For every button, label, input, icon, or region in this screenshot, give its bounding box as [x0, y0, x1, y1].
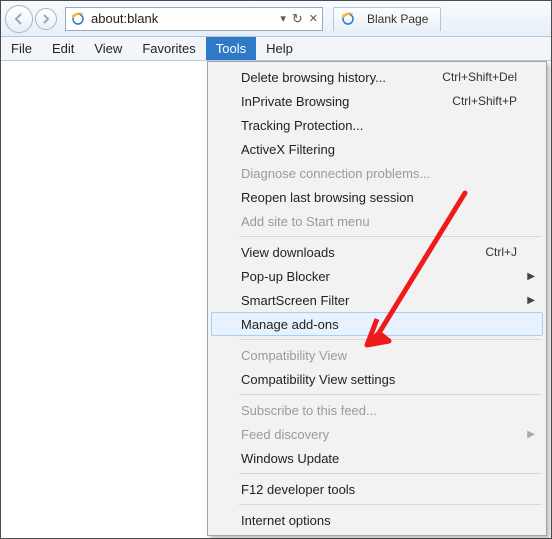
menu-item-pop-up-blocker[interactable]: Pop-up Blocker ▶: [211, 264, 543, 288]
menu-item-label: SmartScreen Filter: [241, 293, 349, 308]
stop-icon[interactable]: ✕: [309, 12, 318, 25]
menu-item-delete-browsing-history[interactable]: Delete browsing history... Ctrl+Shift+Del: [211, 65, 543, 89]
menu-item-shortcut: Ctrl+J: [485, 245, 517, 259]
menu-item-compatibility-view-settings[interactable]: Compatibility View settings: [211, 367, 543, 391]
menu-item-manage-add-ons[interactable]: Manage add-ons: [211, 312, 543, 336]
menu-item-label: Windows Update: [241, 451, 339, 466]
menu-item-label: Subscribe to this feed...: [241, 403, 377, 418]
menu-item-shortcut: Ctrl+Shift+P: [452, 94, 517, 108]
menu-item-tracking-protection[interactable]: Tracking Protection...: [211, 113, 543, 137]
tab-title: Blank Page: [367, 12, 428, 26]
menu-item-activex-filtering[interactable]: ActiveX Filtering: [211, 137, 543, 161]
menu-separator: [239, 473, 541, 474]
navigation-toolbar: about:blank ▾ ↻ ✕ Blank Page: [1, 1, 551, 37]
back-button[interactable]: [5, 5, 33, 33]
menu-item-label: Compatibility View: [241, 348, 347, 363]
menu-item-label: Compatibility View settings: [241, 372, 395, 387]
menu-item-label: Reopen last browsing session: [241, 190, 414, 205]
menu-item-smartscreen-filter[interactable]: SmartScreen Filter ▶: [211, 288, 543, 312]
menu-item-label: Internet options: [241, 513, 331, 528]
dropdown-icon[interactable]: ▾: [280, 12, 286, 25]
url-text: about:blank: [91, 11, 280, 26]
menu-item-label: Add site to Start menu: [241, 214, 370, 229]
menu-item-label: Manage add-ons: [241, 317, 339, 332]
menu-item-label: Delete browsing history...: [241, 70, 386, 85]
menu-item-compatibility-view: Compatibility View: [211, 343, 543, 367]
menu-item-label: View downloads: [241, 245, 335, 260]
menu-item-label: Feed discovery: [241, 427, 329, 442]
menu-item-label: InPrivate Browsing: [241, 94, 349, 109]
menu-item-diagnose-connection-problems: Diagnose connection problems...: [211, 161, 543, 185]
menu-item-subscribe-to-this-feed: Subscribe to this feed...: [211, 398, 543, 422]
menu-item-label: F12 developer tools: [241, 482, 355, 497]
menubar-item-tools[interactable]: Tools: [206, 37, 256, 60]
menu-item-internet-options[interactable]: Internet options: [211, 508, 543, 532]
menubar: FileEditViewFavoritesToolsHelp: [1, 37, 551, 61]
menu-item-label: Tracking Protection...: [241, 118, 363, 133]
menubar-item-help[interactable]: Help: [256, 37, 303, 60]
chevron-right-icon: ▶: [527, 271, 535, 282]
tools-menu-dropdown: Delete browsing history... Ctrl+Shift+Del…: [207, 61, 547, 536]
address-bar[interactable]: about:blank ▾ ↻ ✕: [65, 7, 323, 31]
menubar-item-view[interactable]: View: [84, 37, 132, 60]
tab-strip: Blank Page: [333, 7, 441, 31]
chevron-right-icon: ▶: [527, 295, 535, 306]
menu-item-label: ActiveX Filtering: [241, 142, 335, 157]
menu-item-shortcut: Ctrl+Shift+Del: [442, 70, 517, 84]
forward-button[interactable]: [35, 8, 57, 30]
menu-separator: [239, 236, 541, 237]
menu-separator: [239, 394, 541, 395]
menu-item-reopen-last-browsing-session[interactable]: Reopen last browsing session: [211, 185, 543, 209]
menu-separator: [239, 339, 541, 340]
menu-item-windows-update[interactable]: Windows Update: [211, 446, 543, 470]
menubar-item-file[interactable]: File: [1, 37, 42, 60]
menu-item-inprivate-browsing[interactable]: InPrivate Browsing Ctrl+Shift+P: [211, 89, 543, 113]
menu-separator: [239, 504, 541, 505]
refresh-icon[interactable]: ↻: [292, 11, 303, 27]
tab-blank-page[interactable]: Blank Page: [333, 7, 441, 31]
ie-logo-icon: [340, 11, 356, 27]
ie-logo-icon: [70, 11, 86, 27]
menubar-item-edit[interactable]: Edit: [42, 37, 84, 60]
chevron-right-icon: ▶: [527, 429, 535, 440]
menu-item-view-downloads[interactable]: View downloads Ctrl+J: [211, 240, 543, 264]
menu-item-label: Diagnose connection problems...: [241, 166, 430, 181]
menubar-item-favorites[interactable]: Favorites: [132, 37, 205, 60]
menu-item-f12-developer-tools[interactable]: F12 developer tools: [211, 477, 543, 501]
menu-item-feed-discovery: Feed discovery ▶: [211, 422, 543, 446]
menu-item-label: Pop-up Blocker: [241, 269, 330, 284]
menu-item-add-site-to-start-menu: Add site to Start menu: [211, 209, 543, 233]
